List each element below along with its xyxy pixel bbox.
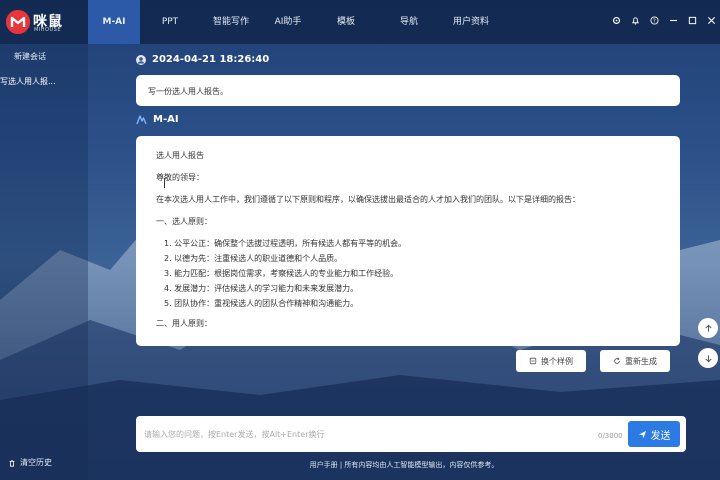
tab-navigation[interactable]: 导航 [378,0,440,44]
list-item: 3. 能力匹配：根据岗位需求，考察候选人的专业能力和工作经验。 [164,269,399,278]
arrow-down-icon [704,354,712,362]
tab-templates[interactable]: 模板 [314,0,378,44]
bell-icon[interactable] [631,16,640,25]
close-icon[interactable] [707,16,716,25]
maximize-icon[interactable] [688,16,697,25]
chat-input[interactable] [144,425,574,443]
response-intro: 在本次选人用人工作中，我们遵循了以下原则和程序，以确保选拔出最适合的人才加入我们… [156,195,580,204]
another-example-label: 换个样例 [541,356,573,366]
list-item: 2. 以德为先：注重候选人的职业道德和个人品质。 [164,254,343,263]
tab-ppt[interactable]: PPT [140,0,200,44]
response-greeting: 尊敬的领导： [156,173,204,182]
minimize-icon[interactable] [669,16,678,25]
clear-history-label: 清空历史 [20,458,52,467]
tab-m-ai[interactable]: M-AI [88,0,140,44]
user-message: 写一份选人用人报告。 [136,75,680,106]
mihouse-logo[interactable] [6,10,30,34]
mouse-logo-icon [6,10,30,34]
settings-icon[interactable] [612,16,621,25]
chat-area: 2024-04-21 18:26:40 写一份选人用人报告。 M-AI 选人用人… [88,44,720,480]
sidebar-history-item[interactable]: 写选人用人报... [0,76,88,87]
ai-response: 选人用人报告 尊敬的领导： 在本次选人用人工作中，我们遵循了以下原则和程序，以确… [136,136,680,346]
message-timestamp: 2024-04-21 18:26:40 [152,54,270,65]
send-button[interactable]: 发送 [628,421,680,447]
window-controls: ? [612,16,716,25]
tab-smart-writing[interactable]: 智能写作 [200,0,262,44]
main-nav: M-AI PPT 智能写作 AI助手 模板 导航 用户资料 [88,0,502,44]
char-counter: 0/3000 [598,432,623,440]
ai-message-header: M-AI [136,114,179,125]
regenerate-label: 重新生成 [625,356,657,366]
list-item: 1. 公平公正：确保整个选拔过程透明，所有候选人都有平等的机会。 [164,239,407,248]
help-icon[interactable]: ? [650,16,659,25]
scroll-top-button[interactable] [698,318,718,338]
new-chat-button[interactable]: 新建会话 [14,51,46,62]
send-icon [638,430,646,438]
swap-icon [529,357,537,365]
user-message-header: 2024-04-21 18:26:40 [136,54,269,65]
response-section-2-title: 二、用人原则： [156,319,212,328]
m-ai-logo-icon [136,114,147,124]
user-avatar-icon [136,54,146,65]
text-cursor [164,178,167,188]
brand-sub: MIHOUSE [34,27,61,33]
response-list: 1. 公平公正：确保整个选拔过程透明，所有候选人都有平等的机会。 2. 以德为先… [156,238,660,310]
list-item: 4. 发展潜力：评估候选人的学习能力和未来发展潜力。 [164,284,359,293]
ai-name: M-AI [153,114,179,125]
clear-history-button[interactable]: 清空历史 [8,457,52,468]
svg-text:?: ? [653,19,656,25]
refresh-icon [614,357,620,364]
sidebar: 新建会话 写选人用人报... 清空历史 [0,44,88,480]
regenerate-button[interactable]: 重新生成 [600,350,670,372]
response-title: 选人用人报告 [156,151,204,160]
footer-disclaimer: 用户手册 | 所有内容均由人工智能模型输出，内容仅供参考。 [309,461,499,469]
response-section-1-title: 一、选人原则： [156,217,212,226]
list-item: 5. 团队协作：重视候选人的团队合作精神和沟通能力。 [164,299,359,308]
arrow-up-icon [704,324,712,332]
trash-icon [9,459,15,467]
tab-user-profile[interactable]: 用户资料 [440,0,502,44]
scroll-bottom-button[interactable] [698,348,718,368]
top-bar: 咪鼠 MIHOUSE M-AI PPT 智能写作 AI助手 模板 导航 用户资料… [0,0,720,44]
chat-input-box: 0/3000 发送 [136,416,686,452]
tab-ai-assistant[interactable]: AI助手 [262,0,314,44]
send-label: 发送 [650,430,671,442]
another-example-button[interactable]: 换个样例 [516,350,586,372]
